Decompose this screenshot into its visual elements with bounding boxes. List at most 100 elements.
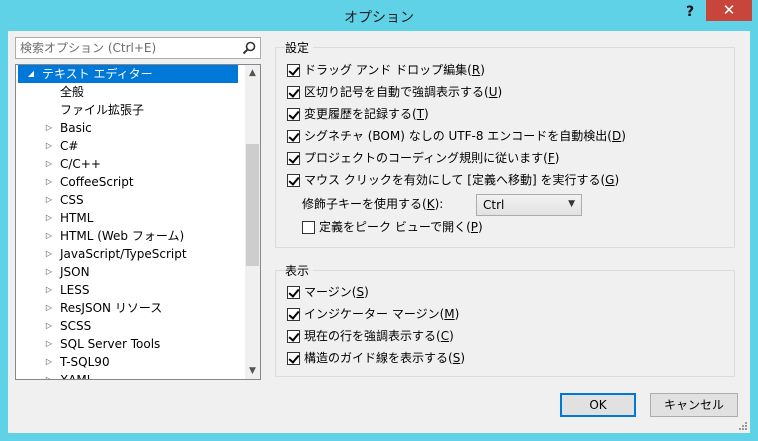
scroll-thumb[interactable] xyxy=(246,144,259,266)
collapsed-arrow-icon[interactable]: ▷ xyxy=(44,227,54,245)
tree-item-html-webforms[interactable]: ▷ HTML (Web フォーム) xyxy=(16,227,246,245)
structure-guide-lines-checkbox[interactable] xyxy=(287,352,300,365)
tree-item-label: CoffeeScript xyxy=(60,175,134,189)
title-bar[interactable]: オプション ? ✕ xyxy=(0,0,758,32)
option-access-key: T xyxy=(416,107,425,121)
tree-item-css[interactable]: ▷ CSS xyxy=(16,191,246,209)
option-access-key: D xyxy=(612,129,622,143)
scroll-down-arrow-icon[interactable]: ▼ xyxy=(245,363,260,379)
tree-item-xaml[interactable]: ▷ XAML xyxy=(16,371,246,379)
detect-utf8-checkbox[interactable] xyxy=(287,130,300,143)
ok-button[interactable]: OK xyxy=(560,393,636,417)
tree-item-label: ResJSON リソース xyxy=(60,301,163,315)
drag-drop-checkbox[interactable] xyxy=(287,64,300,77)
indicator-margin-checkbox[interactable] xyxy=(287,308,300,321)
collapsed-arrow-icon[interactable]: ▷ xyxy=(44,263,54,281)
tree-item-label: HTML (Web フォーム) xyxy=(60,229,185,243)
window-title: オプション xyxy=(344,10,414,26)
tree-item-label: JSON xyxy=(60,265,90,279)
tree-item-label: JavaScript/TypeScript xyxy=(60,247,187,261)
collapsed-arrow-icon[interactable]: ▷ xyxy=(44,209,54,227)
collapsed-arrow-icon[interactable]: ▷ xyxy=(44,299,54,317)
collapsed-arrow-icon[interactable]: ▷ xyxy=(44,353,54,371)
option-access-key: P xyxy=(470,220,479,234)
options-tree[interactable]: ◢ テキスト エディター 全般 ファイル拡張子 ▷ Basic ▷ C# ▷ C… xyxy=(15,64,261,380)
dialog-client-area: ◢ テキスト エディター 全般 ファイル拡張子 ▷ Basic ▷ C# xyxy=(8,31,750,433)
tree-item-sql-server-tools[interactable]: ▷ SQL Server Tools xyxy=(16,335,246,353)
tree-item-javascript-typescript[interactable]: ▷ JavaScript/TypeScript xyxy=(16,245,246,263)
tree-item-cpp[interactable]: ▷ C/C++ xyxy=(16,155,246,173)
collapsed-arrow-icon[interactable]: ▷ xyxy=(44,155,54,173)
tree-item-json[interactable]: ▷ JSON xyxy=(16,263,246,281)
tree-item-label: SQL Server Tools xyxy=(60,337,161,351)
tree-item-label: SCSS xyxy=(60,319,92,333)
collapsed-arrow-icon[interactable]: ▷ xyxy=(44,317,54,335)
modifier-text: 修飾子キーを使用する( xyxy=(302,197,427,211)
chevron-down-icon: ▼ xyxy=(568,199,575,209)
option-access-key: C xyxy=(440,329,450,343)
tree-item-file-extension[interactable]: ファイル拡張子 xyxy=(16,101,246,119)
tree-item-general[interactable]: 全般 xyxy=(16,83,246,101)
margin-checkbox[interactable] xyxy=(287,286,300,299)
tree-scrollbar[interactable]: ▲ ▼ xyxy=(245,65,260,379)
option-text: ドラッグ アンド ドロップ編集( xyxy=(304,63,472,77)
tree-item-less[interactable]: ▷ LESS xyxy=(16,281,246,299)
collapsed-arrow-icon[interactable]: ▷ xyxy=(44,245,54,263)
tree-item-csharp[interactable]: ▷ C# xyxy=(16,137,246,155)
display-group-title: 表示 xyxy=(285,262,314,279)
peek-definition-checkbox[interactable] xyxy=(302,221,315,234)
option-access-key: R xyxy=(471,63,481,77)
modifier-key-value: Ctrl xyxy=(483,198,505,212)
collapsed-arrow-icon[interactable]: ▷ xyxy=(44,173,54,191)
option-text: 現在の行を強調表示する( xyxy=(304,329,441,343)
close-button[interactable]: ✕ xyxy=(706,0,752,21)
tree-item-label: T-SQL90 xyxy=(60,355,110,369)
resize-grip-icon[interactable] xyxy=(738,421,748,431)
option-text: マージン( xyxy=(304,285,357,299)
search-input[interactable] xyxy=(20,41,230,55)
option-text-close: ) xyxy=(454,307,460,321)
coding-conventions-checkbox[interactable] xyxy=(287,152,300,165)
tree-item-label: C/C++ xyxy=(60,157,101,171)
tree-item-text-editor[interactable]: ◢ テキスト エディター xyxy=(18,65,238,83)
option-text: シグネチャ (BOM) なしの UTF-8 エンコードを自動検出( xyxy=(304,129,612,143)
modifier-key-label: 修飾子キーを使用する(K): xyxy=(302,195,443,213)
option-text-close: ) xyxy=(364,285,369,299)
option-text: 構造のガイド線を表示する( xyxy=(304,351,453,365)
search-box[interactable] xyxy=(15,37,261,59)
collapsed-arrow-icon[interactable]: ▷ xyxy=(44,137,54,155)
collapsed-arrow-icon[interactable]: ▷ xyxy=(44,119,54,137)
brace-highlight-checkbox[interactable] xyxy=(287,86,300,99)
collapsed-arrow-icon[interactable]: ▷ xyxy=(44,335,54,353)
tree-item-label: CSS xyxy=(60,193,84,207)
search-icon[interactable] xyxy=(241,40,257,56)
highlight-current-line-checkbox[interactable] xyxy=(287,330,300,343)
go-to-definition-checkbox[interactable] xyxy=(287,174,300,187)
tree-item-tsql90[interactable]: ▷ T-SQL90 xyxy=(16,353,246,371)
tree-item-label: C# xyxy=(60,139,79,153)
tree-item-label: 全般 xyxy=(60,85,85,99)
expanded-arrow-icon[interactable]: ◢ xyxy=(26,65,36,83)
tree-item-label: テキスト エディター xyxy=(42,67,153,81)
track-changes-checkbox[interactable] xyxy=(287,108,300,121)
tree-item-basic[interactable]: ▷ Basic xyxy=(16,119,246,137)
tree-item-resjson[interactable]: ▷ ResJSON リソース xyxy=(16,299,246,317)
tree-item-label: HTML xyxy=(60,211,94,225)
cancel-button[interactable]: キャンセル xyxy=(650,393,738,417)
option-text-close: ) xyxy=(424,107,429,121)
modifier-key-select[interactable]: Ctrl ▼ xyxy=(476,194,582,216)
collapsed-arrow-icon[interactable]: ▷ xyxy=(44,191,54,209)
tree-item-html[interactable]: ▷ HTML xyxy=(16,209,246,227)
option-text: プロジェクトのコーディング規則に従います( xyxy=(304,151,548,165)
option-text-close: ) xyxy=(621,129,626,143)
collapsed-arrow-icon[interactable]: ▷ xyxy=(44,371,54,379)
tree-item-coffeescript[interactable]: ▷ CoffeeScript xyxy=(16,173,246,191)
option-text-close: ) xyxy=(497,85,503,99)
option-text: 区切り記号を自動で強調表示する( xyxy=(304,85,489,99)
scroll-up-arrow-icon[interactable]: ▲ xyxy=(245,65,260,81)
tree-list: ◢ テキスト エディター 全般 ファイル拡張子 ▷ Basic ▷ C# ▷ C… xyxy=(16,65,246,379)
tree-item-scss[interactable]: ▷ SCSS xyxy=(16,317,246,335)
collapsed-arrow-icon[interactable]: ▷ xyxy=(44,281,54,299)
option-text: 定義をピーク ビューで開く( xyxy=(319,220,471,234)
help-button[interactable]: ? xyxy=(680,2,700,22)
